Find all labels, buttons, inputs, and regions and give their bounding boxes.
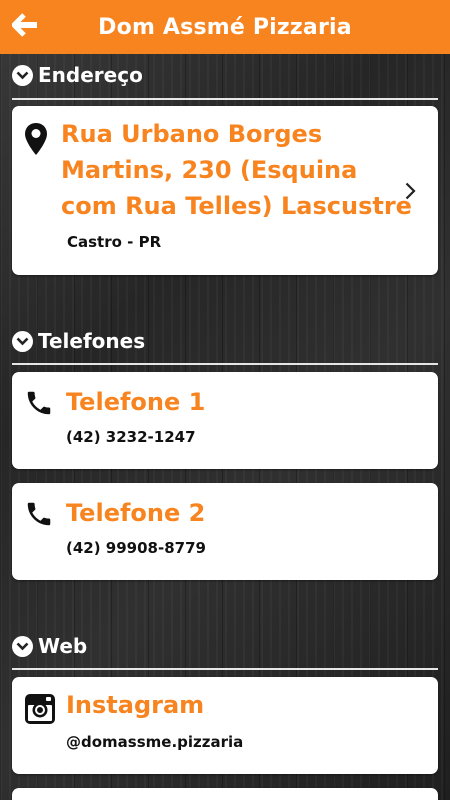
chevron-down-icon xyxy=(12,330,33,352)
instagram-title: Instagram xyxy=(66,691,205,719)
chevron-down-icon xyxy=(12,635,33,657)
phone-number: (42) 99908-8779 xyxy=(66,539,206,557)
phone-icon xyxy=(24,499,54,533)
chevron-down-icon xyxy=(12,64,33,86)
map-pin-icon xyxy=(24,122,48,160)
instagram-icon xyxy=(24,693,56,729)
phone-title: Telefone 1 xyxy=(66,388,206,416)
phone-card-2[interactable]: Telefone 2 (42) 99908-8779 xyxy=(12,483,438,580)
address-city: Castro - PR xyxy=(67,233,162,251)
app-header: Dom Assmé Pizzaria xyxy=(0,0,450,54)
address-line-3: com Rua Telles) Lascustre xyxy=(61,192,412,220)
section-label: Endereço xyxy=(38,63,143,87)
address-line-1: Rua Urbano Borges xyxy=(61,120,323,148)
address-line-2: Martins, 230 (Esquina xyxy=(61,156,358,184)
divider xyxy=(12,363,438,365)
divider xyxy=(12,98,438,100)
instagram-card[interactable]: Instagram @domassme.pizzaria xyxy=(12,677,438,774)
section-header-phones[interactable]: Telefones xyxy=(12,329,438,353)
address-card[interactable]: Rua Urbano Borges Martins, 230 (Esquina … xyxy=(12,106,438,275)
back-button[interactable] xyxy=(10,12,40,42)
instagram-handle: @domassme.pizzaria xyxy=(66,733,244,751)
divider xyxy=(12,668,438,670)
phone-title: Telefone 2 xyxy=(66,499,206,527)
phone-icon xyxy=(24,388,54,422)
section-header-address[interactable]: Endereço xyxy=(12,63,438,87)
section-label: Web xyxy=(38,634,88,658)
phone-card-1[interactable]: Telefone 1 (42) 3232-1247 xyxy=(12,372,438,469)
arrow-left-icon xyxy=(10,13,38,41)
chevron-right-icon xyxy=(405,182,416,204)
phone-number: (42) 3232-1247 xyxy=(66,428,196,446)
next-card[interactable] xyxy=(12,788,438,800)
page-title: Dom Assmé Pizzaria xyxy=(98,14,352,40)
section-header-web[interactable]: Web xyxy=(12,634,438,658)
section-label: Telefones xyxy=(38,329,146,353)
